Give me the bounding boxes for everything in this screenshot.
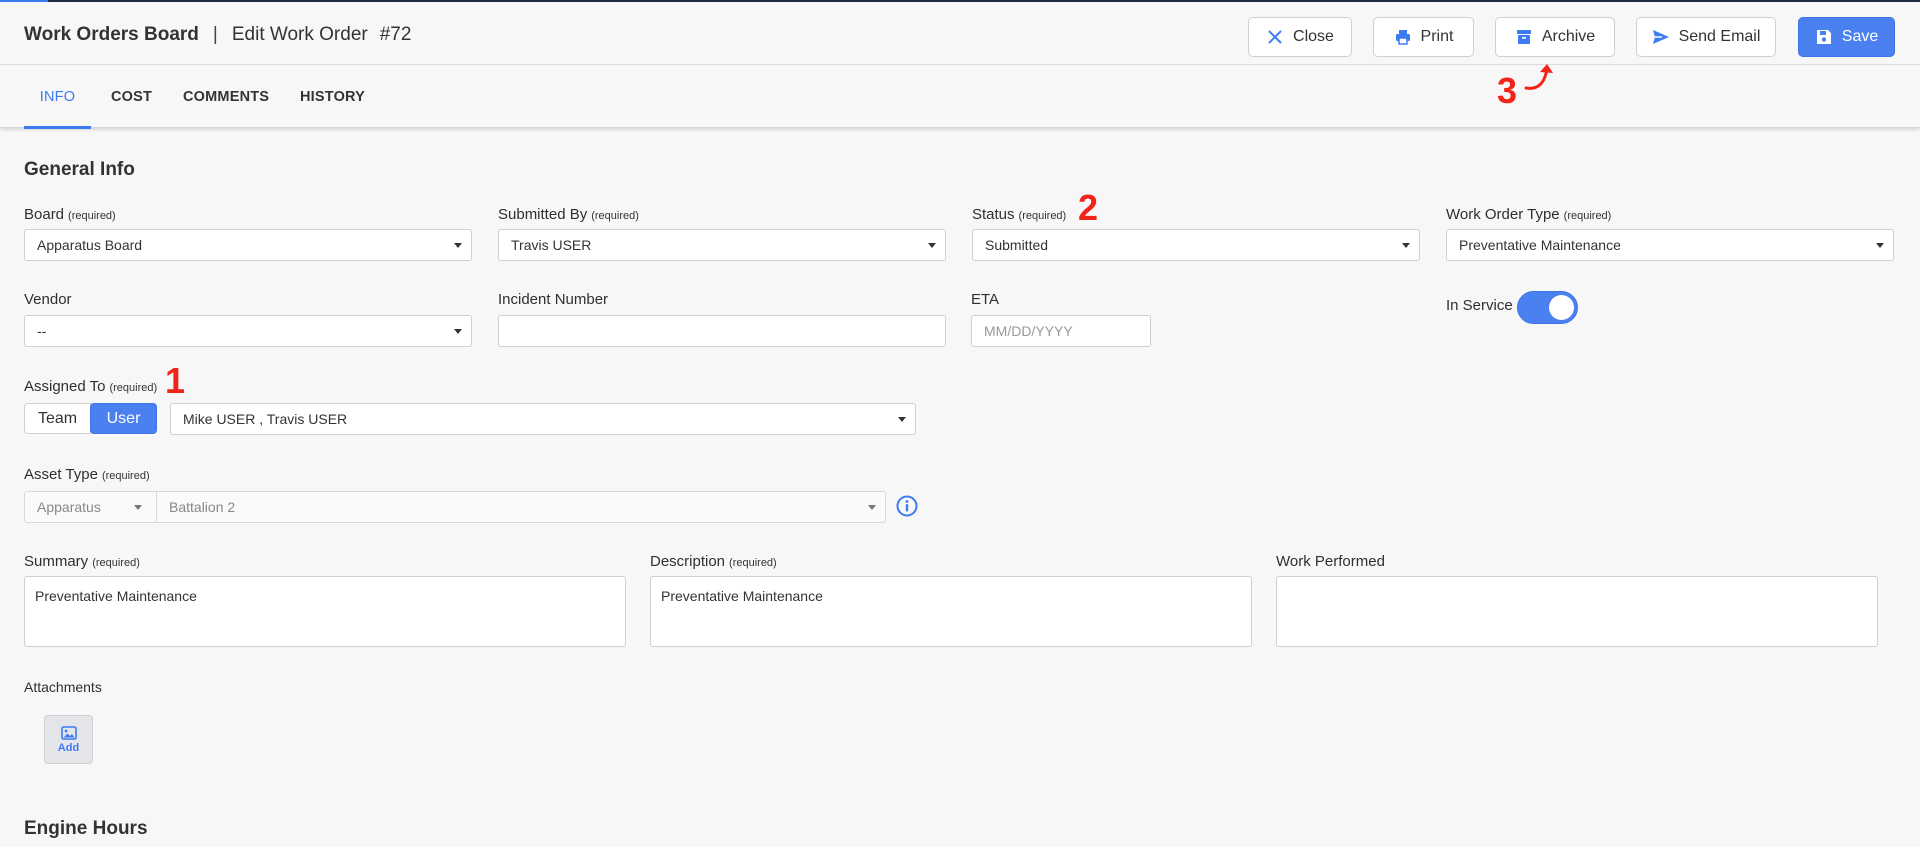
vendor-label: Vendor: [24, 291, 72, 308]
chevron-down-icon: [134, 505, 142, 510]
annotation-3: 3: [1497, 70, 1518, 111]
description-label: Description (required): [650, 553, 777, 570]
app-title: Work Orders Board: [24, 24, 199, 45]
info-icon[interactable]: [896, 495, 918, 517]
incident-number-input[interactable]: [498, 315, 946, 347]
tab-info[interactable]: INFO: [24, 66, 91, 129]
status-label: Status (required): [972, 206, 1067, 223]
user-mode-button[interactable]: User: [90, 403, 157, 434]
page-header: Work Orders Board | Edit Work Order #72 …: [0, 2, 1920, 65]
description-textarea[interactable]: Preventative Maintenance: [650, 576, 1252, 647]
board-select[interactable]: Apparatus Board: [24, 229, 472, 261]
engine-hours-heading: Engine Hours: [24, 818, 148, 839]
assigned-to-label: Assigned To (required): [24, 378, 158, 395]
paper-plane-icon: [1652, 30, 1669, 44]
title-separator: |: [212, 24, 218, 45]
send-email-button-label: Send Email: [1678, 28, 1761, 45]
incident-number-label: Incident Number: [498, 291, 609, 308]
chevron-down-icon: [1402, 243, 1410, 248]
work-order-type-label: Work Order Type (required): [1446, 206, 1612, 223]
toggle-knob: [1549, 295, 1574, 320]
send-email-button[interactable]: Send Email: [1636, 17, 1776, 57]
page-title: Work Orders Board | Edit Work Order #72: [24, 24, 411, 46]
close-button[interactable]: Close: [1248, 17, 1352, 57]
image-icon: [60, 725, 77, 740]
archive-button-label: Archive: [1541, 28, 1596, 45]
in-service-toggle[interactable]: [1517, 291, 1578, 324]
archive-box-icon: [1516, 30, 1531, 44]
status-select[interactable]: Submitted: [972, 229, 1420, 261]
tab-cost[interactable]: COST: [111, 66, 152, 128]
summary-label: Summary (required): [24, 553, 140, 570]
chevron-down-icon: [454, 243, 462, 248]
in-service-label: In Service: [1446, 297, 1513, 314]
tab-history[interactable]: HISTORY: [300, 66, 365, 128]
chevron-down-icon: [898, 417, 906, 422]
add-attachment-label: Add: [57, 741, 80, 754]
team-mode-button[interactable]: Team: [24, 403, 91, 434]
save-button-label: Save: [1841, 28, 1879, 45]
work-order-type-select[interactable]: Preventative Maintenance: [1446, 229, 1894, 261]
summary-textarea[interactable]: Preventative Maintenance: [24, 576, 626, 647]
general-info-heading: General Info: [24, 159, 135, 180]
submitted-by-select[interactable]: Travis USER: [498, 229, 946, 261]
floppy-disk-icon: [1816, 30, 1831, 44]
board-label: Board (required): [24, 206, 116, 223]
printer-icon: [1395, 30, 1410, 45]
annotation-1: 1: [165, 360, 186, 401]
archive-button[interactable]: Archive: [1495, 17, 1615, 57]
work-performed-label: Work Performed: [1276, 553, 1385, 570]
close-icon: [1268, 30, 1282, 44]
print-button-label: Print: [1420, 28, 1454, 45]
attachments-label: Attachments: [24, 679, 102, 695]
eta-label: ETA: [971, 291, 1000, 308]
annotation-2: 2: [1078, 187, 1099, 228]
assign-mode-toggle: Team User: [24, 403, 157, 434]
close-button-label: Close: [1293, 28, 1334, 45]
assigned-to-select[interactable]: Mike USER , Travis USER: [170, 403, 916, 435]
vendor-select[interactable]: --: [24, 315, 472, 347]
eta-date-input[interactable]: MM/DD/YYYY: [971, 315, 1151, 347]
tab-bar: INFO COST COMMENTS HISTORY: [0, 66, 1920, 129]
print-button[interactable]: Print: [1373, 17, 1474, 57]
submitted-by-label: Submitted By (required): [498, 206, 639, 223]
tab-comments[interactable]: COMMENTS: [183, 66, 269, 128]
chevron-down-icon: [454, 329, 462, 334]
save-button[interactable]: Save: [1798, 17, 1895, 57]
work-performed-textarea[interactable]: [1276, 576, 1878, 647]
work-order-number: #72: [379, 24, 412, 45]
chevron-down-icon: [868, 505, 876, 510]
chevron-down-icon: [1876, 243, 1884, 248]
add-attachment-button[interactable]: Add: [44, 715, 93, 764]
asset-type-field: Apparatus Battalion 2: [24, 491, 886, 523]
asset-category-select[interactable]: Apparatus: [25, 492, 157, 522]
asset-type-label: Asset Type (required): [24, 466, 150, 483]
chevron-down-icon: [928, 243, 936, 248]
page-title-text: Edit Work Order: [231, 24, 368, 45]
annotation-arrow: [1524, 64, 1553, 90]
asset-select[interactable]: Battalion 2: [157, 492, 885, 522]
